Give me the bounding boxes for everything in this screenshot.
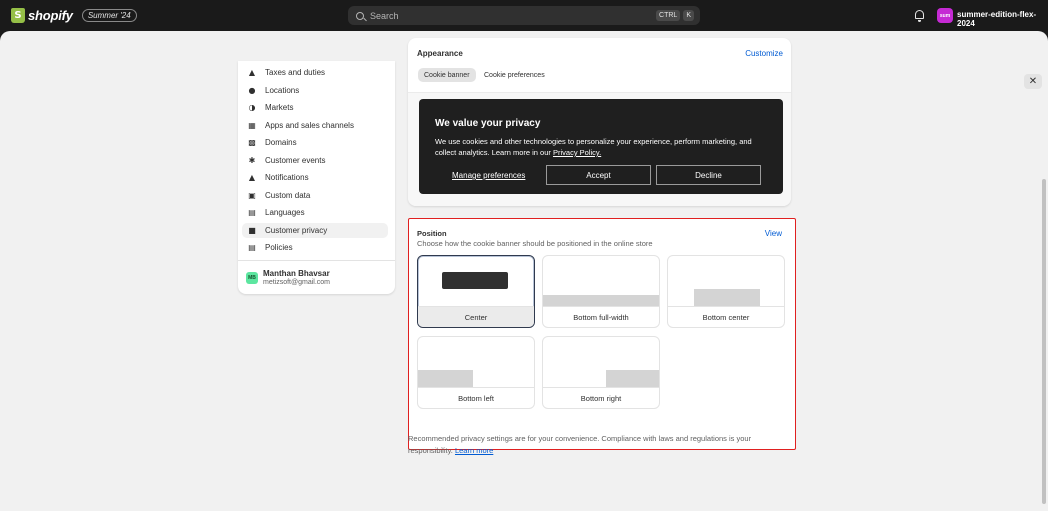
option-preview: [543, 256, 659, 307]
sidebar-item-languages[interactable]: ▤ Languages: [242, 205, 388, 220]
sidebar-item-locations[interactable]: ● Locations: [242, 83, 388, 98]
tab-cookie-banner[interactable]: Cookie banner: [418, 68, 476, 82]
search-icon: [356, 11, 364, 20]
sidebar-item-label: Apps and sales channels: [265, 121, 354, 130]
edition-badge[interactable]: Summer '24: [81, 9, 137, 22]
position-option-center[interactable]: Center: [417, 255, 535, 328]
sidebar-item-markets[interactable]: ◑ Markets: [242, 100, 388, 115]
sidebar-item-policies[interactable]: ▤ Policies: [242, 240, 388, 255]
sidebar-item-label: Customer privacy: [265, 226, 328, 235]
option-label: Bottom left: [418, 387, 534, 408]
apps-grid-icon: ▦: [248, 121, 256, 130]
sidebar-item-customer-privacy[interactable]: ■ Customer privacy: [242, 223, 388, 238]
shopify-logo[interactable]: S shopify: [11, 8, 73, 23]
sidebar-item-label: Domains: [265, 138, 297, 147]
learn-more-link[interactable]: Learn more: [455, 446, 493, 455]
banner-body: We use cookies and other technologies to…: [435, 136, 765, 158]
sidebar-item-label: Notifications: [265, 173, 309, 182]
preview-banner-block: [418, 370, 473, 388]
search-placeholder: Search: [370, 10, 399, 21]
search-bar[interactable]: Search CTRL K: [348, 6, 700, 25]
customize-link[interactable]: Customize: [745, 49, 783, 58]
manage-preferences-link[interactable]: Manage preferences: [452, 171, 525, 180]
sidebar-item-custom-data[interactable]: ▣ Custom data: [242, 188, 388, 203]
shortcut-key-k: K: [683, 10, 694, 21]
view-link[interactable]: View: [765, 229, 782, 238]
banner-preview-area: We value your privacy We use cookies and…: [408, 92, 791, 206]
location-pin-icon: ●: [248, 86, 256, 95]
top-bar: S shopify Summer '24 Search CTRL K sum s…: [0, 0, 1048, 31]
user-avatar[interactable]: MB: [246, 272, 258, 284]
tax-icon: ▲: [248, 68, 256, 77]
scrollbar[interactable]: [1042, 179, 1046, 504]
position-card-inner: Position Choose how the cookie banner sh…: [409, 219, 794, 448]
option-preview: [418, 337, 534, 388]
position-option-bottom-full-width[interactable]: Bottom full-width: [542, 255, 660, 328]
sidebar-item-notifications[interactable]: ▲ Notifications: [242, 170, 388, 185]
shopify-bag-icon: S: [11, 8, 25, 23]
banner-title: We value your privacy: [435, 118, 541, 129]
policies-icon: ▤: [248, 243, 256, 252]
shortcut-key-ctrl: CTRL: [656, 10, 681, 21]
database-icon: ▣: [248, 191, 256, 200]
sidebar-item-label: Languages: [265, 208, 305, 217]
store-avatar[interactable]: sum: [937, 8, 953, 23]
option-preview: [668, 256, 784, 307]
option-label: Bottom full-width: [543, 306, 659, 327]
option-label: Bottom right: [543, 387, 659, 408]
privacy-footer-note: Recommended privacy settings are for you…: [408, 433, 788, 457]
sparkle-icon: ✱: [248, 156, 256, 165]
position-option-bottom-center[interactable]: Bottom center: [667, 255, 785, 328]
domain-icon: ▩: [248, 138, 256, 147]
preview-banner-block: [442, 272, 508, 289]
option-label: Center: [418, 306, 534, 327]
sidebar-item-taxes[interactable]: ▲ Taxes and duties: [242, 65, 388, 80]
sidebar-item-customer-events[interactable]: ✱ Customer events: [242, 153, 388, 168]
globe-icon: ◑: [248, 103, 256, 112]
sidebar-divider: [238, 260, 395, 261]
option-preview: [418, 256, 534, 307]
option-label: Bottom center: [668, 306, 784, 327]
languages-icon: ▤: [248, 208, 256, 217]
sidebar-item-label: Custom data: [265, 191, 311, 200]
store-name[interactable]: summer-edition-flex-2024: [957, 10, 1048, 28]
position-card: Position Choose how the cookie banner sh…: [408, 218, 796, 450]
appearance-title: Appearance: [417, 49, 463, 58]
user-email: metizsoft@gmail.com: [263, 279, 331, 286]
position-option-bottom-right[interactable]: Bottom right: [542, 336, 660, 409]
keyboard-shortcut: CTRL K: [656, 10, 694, 21]
preview-banner-block: [606, 370, 659, 388]
preview-banner-block: [694, 289, 760, 307]
decline-button[interactable]: Decline: [656, 165, 761, 185]
lock-icon: ■: [248, 226, 256, 235]
close-icon[interactable]: ✕: [1024, 74, 1042, 89]
sidebar-item-label: Locations: [265, 86, 300, 95]
sidebar-item-apps[interactable]: ▦ Apps and sales channels: [242, 118, 388, 133]
position-option-bottom-left[interactable]: Bottom left: [417, 336, 535, 409]
accept-button[interactable]: Accept: [546, 165, 651, 185]
sidebar-item-label: Policies: [265, 243, 293, 252]
position-title: Position: [417, 229, 447, 238]
tab-cookie-preferences[interactable]: Cookie preferences: [478, 68, 551, 82]
notifications-bell-icon[interactable]: [915, 10, 924, 22]
logo-text: shopify: [28, 8, 73, 23]
settings-sheet: ▲ Taxes and duties ● Locations ◑ Markets…: [0, 31, 1048, 511]
sidebar-item-label: Markets: [265, 103, 294, 112]
option-preview: [543, 337, 659, 388]
user-name[interactable]: Manthan Bhavsar: [263, 269, 330, 278]
cookie-banner-preview: We value your privacy We use cookies and…: [419, 99, 783, 194]
sidebar-item-domains[interactable]: ▩ Domains: [242, 135, 388, 150]
privacy-policy-link[interactable]: Privacy Policy.: [553, 148, 601, 157]
sidebar-item-label: Taxes and duties: [265, 68, 326, 77]
appearance-card: Appearance Customize Cookie banner Cooki…: [408, 38, 791, 206]
sidebar-item-label: Customer events: [265, 156, 326, 165]
position-subtitle: Choose how the cookie banner should be p…: [417, 239, 653, 248]
bell-icon: ▲: [248, 173, 256, 182]
settings-sidebar: ▲ Taxes and duties ● Locations ◑ Markets…: [238, 61, 395, 294]
